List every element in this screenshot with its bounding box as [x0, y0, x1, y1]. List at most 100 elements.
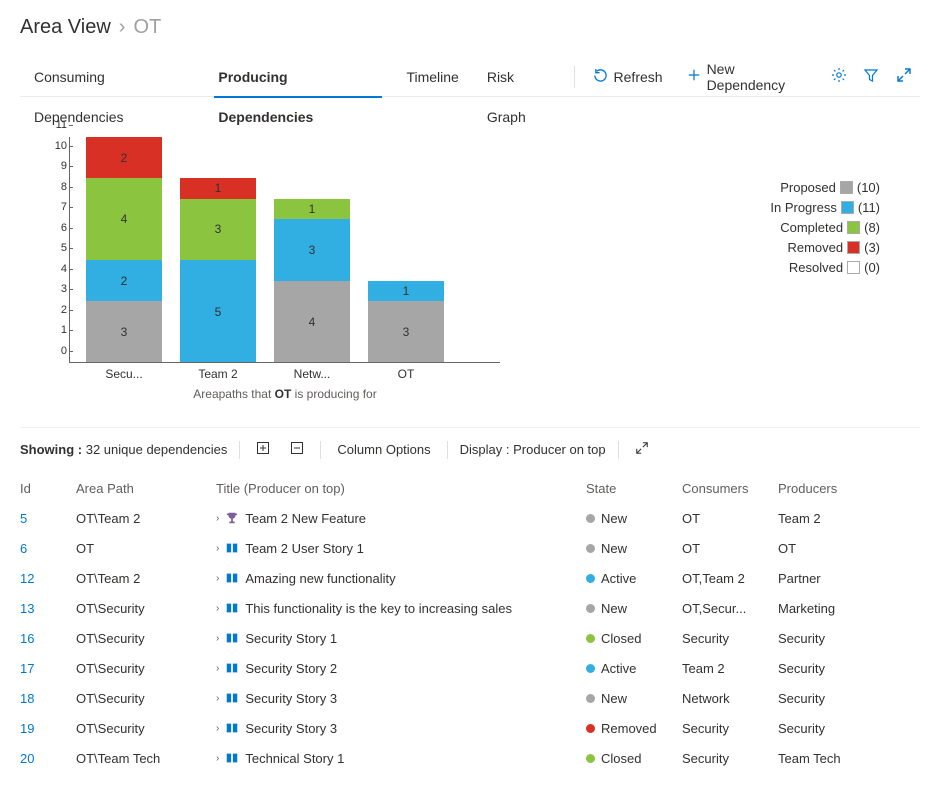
table-row[interactable]: 6OT›Team 2 User Story 1NewOTOT [20, 533, 920, 563]
cell-title[interactable]: ›This functionality is the key to increa… [216, 601, 586, 616]
cell-producers: Security [778, 691, 898, 706]
y-tick: 3 [61, 283, 67, 295]
trophy-icon [225, 511, 239, 525]
table-row[interactable]: 5OT\Team 2›Team 2 New FeatureNewOTTeam 2 [20, 503, 920, 533]
y-tick: 7 [61, 201, 67, 213]
cell-title[interactable]: ›Security Story 3 [216, 691, 586, 706]
tab-producing-dependencies[interactable]: Producing Dependencies [204, 57, 392, 97]
col-area-path[interactable]: Area Path [76, 481, 216, 496]
legend-swatch [840, 181, 853, 194]
legend-item[interactable]: Proposed(10) [770, 177, 880, 197]
y-tick: 9 [61, 160, 67, 172]
chart-bar[interactable]: 3242 [86, 137, 162, 363]
y-tick: 10 [55, 140, 67, 152]
cell-state: Active [586, 661, 682, 676]
col-id[interactable]: Id [20, 481, 76, 496]
tab-consuming-dependencies[interactable]: Consuming Dependencies [20, 57, 204, 97]
table-row[interactable]: 13OT\Security›This functionality is the … [20, 593, 920, 623]
collapse-all-button[interactable] [286, 441, 308, 458]
table-row[interactable]: 19OT\Security›Security Story 3RemovedSec… [20, 713, 920, 743]
settings-button[interactable] [823, 57, 855, 97]
cell-title[interactable]: ›Security Story 2 [216, 661, 586, 676]
legend-item[interactable]: Resolved(0) [770, 257, 880, 277]
col-state[interactable]: State [586, 481, 682, 496]
cell-state: Closed [586, 631, 682, 646]
chevron-right-icon: › [119, 16, 126, 39]
user-story-icon [225, 751, 239, 765]
col-consumers[interactable]: Consumers [682, 481, 778, 496]
chart-bar[interactable]: 431 [274, 199, 350, 363]
stacked-bar-chart: 01234567891011 324253143131 Secu...Team … [40, 137, 500, 397]
tab-risk-graph[interactable]: Risk Graph [473, 57, 568, 97]
chevron-right-icon[interactable]: › [216, 663, 219, 674]
cell-id[interactable]: 19 [20, 721, 76, 736]
col-producers[interactable]: Producers [778, 481, 898, 496]
cell-title[interactable]: ›Security Story 1 [216, 631, 586, 646]
chart-bar-segment: 3 [368, 301, 444, 363]
refresh-icon [593, 68, 608, 86]
cell-state: New [586, 541, 682, 556]
tab-bar: Consuming Dependencies Producing Depende… [20, 57, 920, 97]
table-row[interactable]: 18OT\Security›Security Story 3NewNetwork… [20, 683, 920, 713]
legend-swatch [847, 241, 860, 254]
cell-title[interactable]: ›Team 2 User Story 1 [216, 541, 586, 556]
table-row[interactable]: 16OT\Security›Security Story 1ClosedSecu… [20, 623, 920, 653]
chevron-right-icon[interactable]: › [216, 723, 219, 734]
cell-title[interactable]: ›Security Story 3 [216, 721, 586, 736]
cell-title[interactable]: ›Amazing new functionality [216, 571, 586, 586]
chevron-right-icon[interactable]: › [216, 513, 219, 524]
cell-title[interactable]: ›Technical Story 1 [216, 751, 586, 766]
cell-area-path: OT [76, 541, 216, 556]
chevron-right-icon[interactable]: › [216, 693, 219, 704]
table-row[interactable]: 17OT\Security›Security Story 2ActiveTeam… [20, 653, 920, 683]
chevron-right-icon[interactable]: › [216, 603, 219, 614]
new-dependency-button[interactable]: New Dependency [675, 57, 823, 97]
cell-id[interactable]: 13 [20, 601, 76, 616]
legend-item[interactable]: Completed(8) [770, 217, 880, 237]
state-dot-icon [586, 664, 595, 673]
expand-panel-button[interactable] [631, 441, 653, 458]
cell-id[interactable]: 6 [20, 541, 76, 556]
legend-item[interactable]: Removed(3) [770, 237, 880, 257]
tab-timeline[interactable]: Timeline [392, 57, 472, 97]
user-story-icon [225, 631, 239, 645]
chevron-right-icon[interactable]: › [216, 543, 219, 554]
chevron-right-icon[interactable]: › [216, 633, 219, 644]
filter-button[interactable] [855, 57, 887, 97]
state-dot-icon [586, 724, 595, 733]
refresh-button[interactable]: Refresh [581, 57, 675, 97]
cell-id[interactable]: 5 [20, 511, 76, 526]
state-dot-icon [586, 544, 595, 553]
cell-id[interactable]: 17 [20, 661, 76, 676]
table-row[interactable]: 20OT\Team Tech›Technical Story 1ClosedSe… [20, 743, 920, 773]
cell-area-path: OT\Security [76, 631, 216, 646]
legend-item[interactable]: In Progress(11) [770, 197, 880, 217]
chart-bar-segment: 1 [368, 281, 444, 302]
expand-icon [896, 67, 912, 86]
chevron-right-icon[interactable]: › [216, 753, 219, 764]
divider [618, 441, 619, 459]
y-tick: 1 [61, 324, 67, 336]
chart-bar-segment: 3 [274, 219, 350, 281]
chart-bar[interactable]: 531 [180, 178, 256, 363]
cell-id[interactable]: 18 [20, 691, 76, 706]
table-row[interactable]: 12OT\Team 2›Amazing new functionalityAct… [20, 563, 920, 593]
cell-title[interactable]: ›Team 2 New Feature [216, 511, 586, 526]
expand-all-button[interactable] [252, 441, 274, 458]
display-mode[interactable]: Display : Producer on top [460, 442, 606, 457]
cell-id[interactable]: 16 [20, 631, 76, 646]
breadcrumb-main[interactable]: Area View [20, 16, 111, 39]
cell-id[interactable]: 20 [20, 751, 76, 766]
cell-consumers: Security [682, 721, 778, 736]
fullscreen-button[interactable] [888, 57, 920, 97]
column-options-button[interactable]: Column Options [333, 442, 434, 457]
cell-id[interactable]: 12 [20, 571, 76, 586]
chevron-right-icon[interactable]: › [216, 573, 219, 584]
cell-producers: Security [778, 721, 898, 736]
chart-bar[interactable]: 31 [368, 281, 444, 363]
breadcrumb: Area View › OT [20, 16, 920, 39]
showing-label: Showing : 32 unique dependencies [20, 442, 227, 457]
col-title[interactable]: Title (Producer on top) [216, 481, 586, 496]
cell-state: New [586, 691, 682, 706]
cell-consumers: OT,Secur... [682, 601, 778, 616]
